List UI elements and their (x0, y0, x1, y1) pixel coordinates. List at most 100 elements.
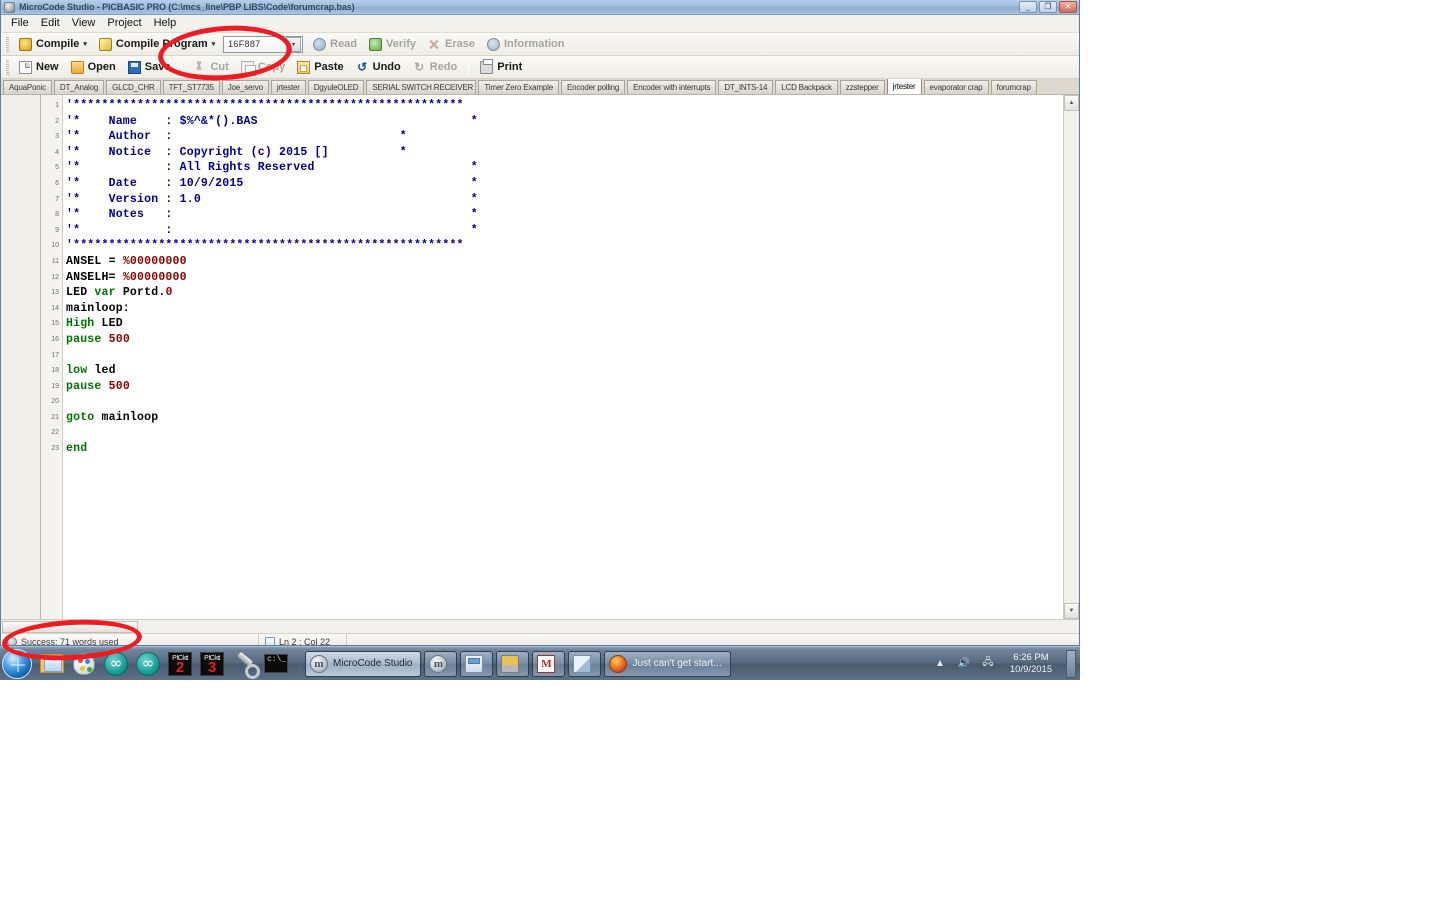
chevron-down-icon[interactable]: ▾ (83, 40, 87, 48)
information-button[interactable]: Information (481, 35, 571, 54)
undo-button[interactable]: ↺ Undo (350, 58, 407, 77)
taskbar-button[interactable] (568, 650, 602, 677)
paste-button[interactable]: Paste (291, 58, 349, 77)
code-text-area[interactable]: '***************************************… (63, 95, 1063, 619)
command-prompt-icon[interactable]: c:\_ (262, 650, 290, 678)
file-tab[interactable]: evaporator crap (923, 80, 989, 94)
code-line[interactable]: pause 500 (66, 379, 1063, 395)
compile-button[interactable]: Compile ▾ (13, 35, 93, 54)
code-line[interactable]: '* Name : $%^&*().BAS * (66, 114, 1063, 130)
code-line[interactable] (66, 348, 1063, 364)
code-line[interactable] (66, 394, 1063, 410)
code-line[interactable]: '* Date : 10/9/2015 * (66, 176, 1063, 192)
file-tab[interactable]: DT_INTS-14 (718, 80, 774, 94)
code-line[interactable]: '***************************************… (66, 238, 1063, 254)
copy-button[interactable]: Copy (235, 58, 292, 77)
arduino-ide-2-icon[interactable] (134, 650, 162, 678)
file-tab[interactable]: Encoder polling (560, 80, 626, 94)
clock[interactable]: 6:26 PM 10/9/2015 (1000, 652, 1062, 676)
taskbar-button[interactable] (496, 650, 530, 677)
new-button[interactable]: New (13, 58, 65, 77)
code-line[interactable]: High LED (66, 316, 1063, 332)
toolbar-grip[interactable] (5, 36, 9, 52)
code-line[interactable]: '* : * (66, 223, 1063, 239)
paint-icon[interactable] (70, 650, 98, 678)
code-line[interactable]: ANSEL = %00000000 (66, 254, 1063, 270)
code-line[interactable]: pause 500 (66, 332, 1063, 348)
menu-item-file[interactable]: File (11, 16, 37, 31)
scroll-up-arrow-icon[interactable]: ▲ (1064, 95, 1079, 111)
compile-program-button[interactable]: Compile Program ▾ (93, 35, 221, 54)
code-line[interactable]: end (66, 441, 1063, 457)
device-select[interactable]: 16F887 ▾ (223, 35, 304, 53)
show-hidden-icons-icon[interactable]: ▲ (932, 656, 948, 672)
taskbar-button[interactable]: M (532, 650, 566, 677)
file-tab[interactable]: AquaPonic (3, 80, 52, 94)
file-tab[interactable]: GLCD_CHR (106, 80, 161, 94)
file-tab[interactable]: LCD Backpack (775, 80, 838, 94)
taskbar-button[interactable] (460, 650, 494, 677)
menu-item-help[interactable]: Help (154, 16, 185, 31)
code-line[interactable]: '* Notes : * (66, 207, 1063, 223)
code-line[interactable]: mainloop: (66, 301, 1063, 317)
pickit2-icon[interactable]: PICkit 2 (166, 650, 194, 678)
file-tab[interactable]: jrtester (270, 80, 306, 94)
file-tab[interactable]: DgyuleOLED (307, 80, 365, 94)
file-tab[interactable]: jrtester (886, 79, 922, 94)
code-line[interactable]: '* Version : 1.0 * (66, 192, 1063, 208)
code-line[interactable]: '***************************************… (66, 98, 1063, 114)
menu-item-view[interactable]: View (72, 16, 104, 31)
menu-item-project[interactable]: Project (107, 16, 149, 31)
scroll-down-arrow-icon[interactable]: ▼ (1064, 603, 1079, 619)
file-tab-strip[interactable]: AquaPonic DT_Analog GLCD_CHR TFT_ST7735 Joe_… (1, 79, 1079, 95)
file-tab[interactable]: zzstepper (839, 80, 885, 94)
print-button[interactable]: Print (474, 58, 528, 77)
redo-button[interactable]: ↻ Redo (407, 58, 464, 77)
taskbar-divider (299, 650, 300, 677)
save-button[interactable]: Save (122, 58, 177, 77)
taskbar-button[interactable]: Just can't get start... (604, 650, 731, 677)
file-tab[interactable]: DT_Analog (53, 80, 105, 94)
open-button[interactable]: Open (65, 58, 122, 77)
vertical-scrollbar[interactable]: ▲ ▼ (1063, 95, 1079, 619)
code-line[interactable]: low led (66, 363, 1063, 379)
show-desktop-button[interactable] (1066, 649, 1076, 678)
start-orb-icon[interactable] (2, 648, 32, 679)
verify-button[interactable]: Verify (363, 35, 422, 54)
read-button[interactable]: Read (307, 35, 363, 54)
tools-wrench-icon[interactable] (230, 650, 260, 679)
chevron-down-icon[interactable]: ▾ (212, 40, 216, 48)
toolbar-grip[interactable] (5, 59, 9, 75)
code-line[interactable]: ANSELH= %00000000 (66, 270, 1063, 286)
pickit3-icon[interactable]: PICkit 3 (198, 650, 226, 678)
code-line[interactable] (66, 425, 1063, 441)
close-button[interactable]: ✕ (1059, 1, 1077, 13)
erase-button[interactable]: Erase (422, 35, 481, 54)
volume-icon[interactable]: 🔊 (956, 656, 972, 672)
horizontal-scroll-thumb[interactable] (2, 620, 138, 633)
code-line[interactable]: '* : All Rights Reserved * (66, 160, 1063, 176)
taskbar-button[interactable]: m MicroCode Studio (305, 650, 422, 677)
code-line[interactable]: '* Author : * (66, 129, 1063, 145)
file-tab[interactable]: Timer Zero Example (478, 80, 559, 94)
horizontal-scrollbar[interactable] (1, 619, 1079, 633)
code-editor[interactable]: 1 2 3 4 5 6 7 8 9 10 11 12 13 14 15 16 17 18 19 20 21 22 23 '*… (41, 95, 1063, 619)
file-tab[interactable]: Encoder with interrupts (627, 80, 717, 94)
code-line[interactable]: goto mainloop (66, 410, 1063, 426)
code-line[interactable]: LED var Portd.0 (66, 285, 1063, 301)
restore-button[interactable]: ❐ (1039, 1, 1057, 13)
taskbar-button[interactable]: m (424, 650, 458, 677)
file-tab[interactable]: SERIAL SWITCH RECEIVER (366, 80, 477, 94)
menu-item-edit[interactable]: Edit (41, 16, 68, 31)
file-tab[interactable]: forumcrap (990, 80, 1037, 94)
code-line[interactable]: '* Notice : Copyright (c) 2015 [] * (66, 145, 1063, 161)
minimize-button[interactable]: _ (1019, 1, 1037, 13)
file-tab[interactable]: Joe_servo (221, 80, 269, 94)
network-icon[interactable]: 🖧 (980, 656, 996, 672)
file-tab[interactable]: TFT_ST7735 (162, 80, 220, 94)
file-explorer-icon[interactable] (38, 650, 66, 678)
code-explorer-pane[interactable] (1, 95, 41, 619)
cut-button[interactable]: Cut (187, 58, 234, 77)
chevron-down-icon[interactable]: ▾ (286, 36, 302, 52)
arduino-ide-icon[interactable] (102, 650, 130, 678)
